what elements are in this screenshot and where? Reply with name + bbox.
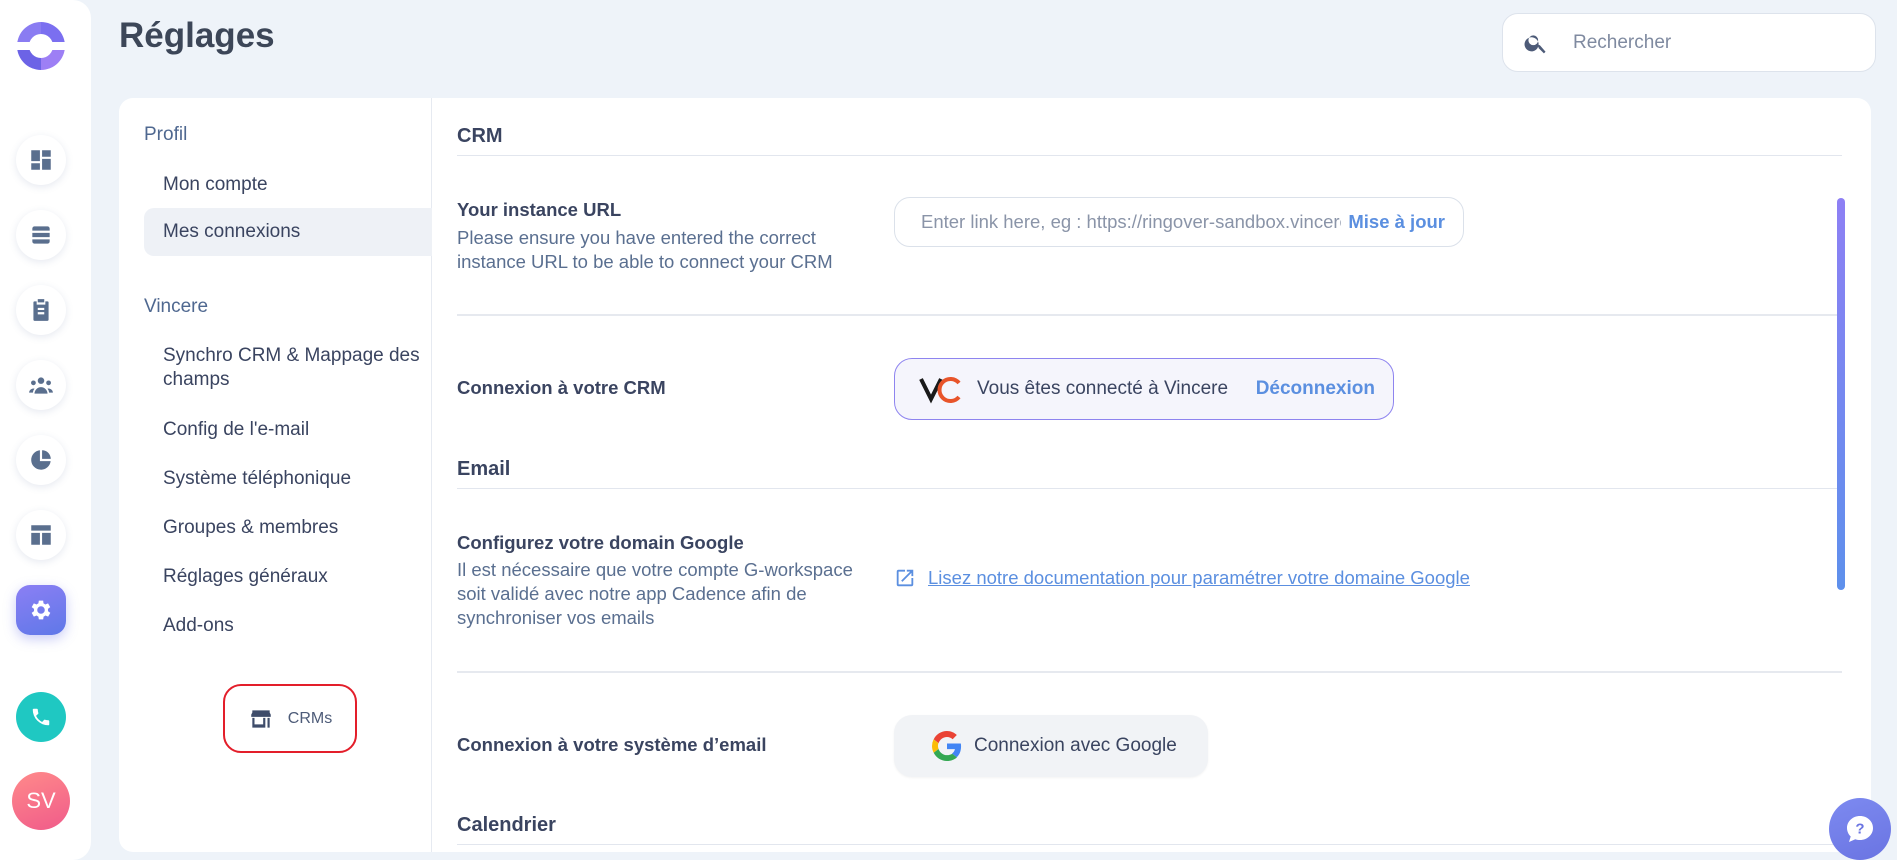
tasks-clipboard-icon[interactable] [16,285,66,335]
divider [457,671,1842,673]
search-icon [1524,34,1546,53]
dashboard-icon[interactable] [16,135,66,185]
templates-icon[interactable] [16,510,66,560]
settings-card: Profil Mon compte Mes connexions Vincere… [119,98,1871,852]
sidebar-section-vincere: Vincere [144,296,209,317]
vincere-logo-icon [919,377,961,404]
google-doc-link-text: Lisez notre documentation pour paramétre… [928,567,1470,588]
sidebar-item-reglages-generaux[interactable]: Réglages généraux [163,565,423,589]
cadence-icon[interactable] [16,210,66,260]
settings-sidebar: Profil Mon compte Mes connexions Vincere… [119,98,432,852]
google-connect-button[interactable]: Connexion avec Google [894,715,1208,777]
instance-url-input[interactable] [921,211,1341,233]
divider [457,314,1842,316]
user-avatar[interactable]: SV [12,772,70,830]
crms-tab[interactable]: CRMs [223,684,357,753]
divider [457,488,1842,489]
crms-tab-label: CRMs [287,709,333,727]
google-domain-description: Il est nécessaire que votre compte G-wor… [457,559,853,628]
sidebar-item-synchro-crm[interactable]: Synchro CRM & Mappage des champs [163,344,423,392]
content-scrollbar[interactable] [1837,198,1845,590]
sidebar-item-mes-connexions[interactable]: Mes connexions [144,208,432,256]
help-button[interactable]: ? [1829,798,1891,860]
instance-url-description: Please ensure you have entered the corre… [457,227,833,272]
google-doc-link[interactable]: Lisez notre documentation pour paramétre… [894,567,1470,589]
settings-content: CRM Your instance URL Please ensure you … [457,98,1842,852]
search-input[interactable] [1573,31,1833,54]
google-icon [932,731,962,761]
phone-call-button[interactable] [16,692,66,742]
google-connect-label: Connexion avec Google [974,735,1177,756]
google-domain-label: Configurez votre domain Google [457,532,744,553]
app-logo[interactable] [15,22,67,70]
sidebar-item-add-ons[interactable]: Add-ons [163,614,423,638]
sidebar-item-config-email[interactable]: Config de l'e-mail [163,418,423,442]
people-icon[interactable] [16,360,66,410]
sidebar-item-groupes-membres[interactable]: Groupes & membres [163,516,423,540]
analytics-pie-icon[interactable] [16,435,66,485]
help-question-icon: ? [1847,816,1873,842]
sidebar-item-systeme-telephonique[interactable]: Système téléphonique [163,467,423,491]
email-system-label: Connexion à votre système d’email [457,734,767,755]
crm-disconnect-button[interactable]: Déconnexion [1256,378,1375,400]
divider [457,155,1842,156]
settings-gear-icon[interactable] [16,585,66,635]
search-box[interactable] [1502,13,1876,72]
crm-connected-text: Vous êtes connecté à Vincere [977,378,1229,399]
instance-url-field: Mise à jour [894,197,1464,247]
svg-text:?: ? [1855,821,1864,838]
update-url-button[interactable]: Mise à jour [1348,211,1445,233]
instance-url-label: Your instance URL [457,199,622,220]
sidebar-section-profile: Profil [144,124,188,145]
external-link-icon [896,569,914,587]
section-title-crm: CRM [457,125,503,147]
page-title: Réglages [119,16,275,55]
left-rail: SV [0,0,91,860]
crm-connected-status: Vous êtes connecté à Vincere Déconnexion [894,358,1394,420]
crm-connection-label: Connexion à votre CRM [457,377,666,398]
store-icon [251,709,271,728]
divider [457,844,1842,845]
sidebar-item-mon-compte[interactable]: Mon compte [163,173,423,197]
section-title-calendar: Calendrier [457,814,556,836]
section-title-email: Email [457,458,511,480]
